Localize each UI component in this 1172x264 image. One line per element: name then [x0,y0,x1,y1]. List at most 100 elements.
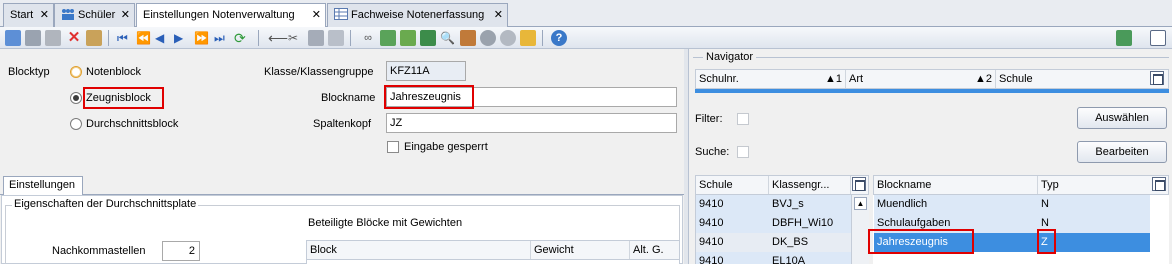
highlight-zeugnisblock [83,87,164,109]
tab-fachweise-close-icon[interactable]: ✕ [494,4,503,26]
navigator-refresh-icon[interactable] [1116,30,1132,46]
column-alt-gewicht[interactable]: Alt. G. [630,241,679,259]
column-schulnr[interactable]: Schulnr. ▲1 [696,70,846,88]
schule-grid-scrollbar[interactable]: ▲ [851,195,869,264]
first-record-icon[interactable]: ⏮ [117,30,133,46]
save-icon[interactable] [25,30,41,46]
eingabe-gesperrt-checkbox[interactable] [387,141,399,153]
blockname-label: Blockname [321,92,376,104]
beteiligte-title: Beteiligte Blöcke mit Gewichten [308,217,463,229]
highlight-jahreszeugnis [868,229,974,254]
toolbar-separator [542,30,543,46]
column-klassengruppe[interactable]: Klassengr... [769,176,851,194]
table-row[interactable]: 9410 BVJ_s [696,195,851,214]
table-row[interactable]: 9410 EL10A [696,252,851,264]
save-copy-icon[interactable] [45,30,61,46]
cell-klasse: DK_BS [772,236,809,248]
auswaehlen-button[interactable]: Auswählen [1077,107,1167,129]
column-schulnr-label: Schulnr. [699,73,739,85]
refresh-icon[interactable]: ⟳ [234,30,250,46]
print-icon[interactable] [460,30,476,46]
import-icon[interactable] [380,30,396,46]
nachkommastellen-label: Nachkommastellen [52,245,146,257]
radio-durchschnittsblock[interactable] [70,118,82,130]
next-page-icon[interactable]: ⏩ [194,30,210,46]
next-record-icon[interactable]: ▶ [174,30,190,46]
table-row[interactable]: 9410 DBFH_Wi10 [696,214,851,233]
tab-einstellungen[interactable]: Einstellungen [3,176,83,195]
highlight-blockname [384,85,474,109]
scroll-up-icon[interactable]: ▲ [854,197,867,210]
previous-page-icon[interactable]: ⏪ [136,30,152,46]
tab-start-label: Start [10,9,34,21]
tab-start[interactable]: Start ✕ [3,3,54,27]
tab-einstellungen-close-icon[interactable]: ✕ [312,4,321,26]
toolbar-separator [350,30,351,46]
tree-icon[interactable] [420,30,436,46]
navigator-grid-selection[interactable] [695,89,1169,93]
cell-klasse: DBFH_Wi10 [772,217,834,229]
previous-record-icon[interactable]: ◀ [155,30,171,46]
cut-icon[interactable]: ✂ [288,30,304,46]
cell-klasse: BVJ_s [772,198,804,210]
edit-icon[interactable] [520,30,536,46]
table-row[interactable]: Muendlich N [874,195,1150,214]
suche-checkbox[interactable] [737,146,749,158]
column-art[interactable]: Art ▲2 [846,70,996,88]
navigator-group-line [693,57,1169,58]
disabled-icon[interactable] [480,30,496,46]
column-schule-nr[interactable]: Schule [696,176,769,194]
tab-start-close-icon[interactable]: ✕ [40,4,49,26]
radio-zeugnisblock[interactable] [70,92,82,104]
beteiligte-grid-body [306,260,680,264]
tab-fachweise-notenerfassung[interactable]: Fachweise Notenerfassung ✕ [327,3,508,27]
highlight-typ-z [1037,229,1056,254]
group-durchschnitt-title: Eigenschaften der Durchschnittsplate [12,198,199,210]
paste-icon[interactable] [328,30,344,46]
table-row[interactable]: 9410 DK_BS [696,233,851,252]
klasse-field[interactable]: KFZ11A [386,61,466,81]
link-icon[interactable]: ∞ [360,30,376,46]
window-icon[interactable] [1150,30,1166,46]
cell-schule: 9410 [699,255,724,264]
filter-checkbox[interactable] [737,113,749,125]
column-typ[interactable]: Typ [1038,176,1150,194]
grid-icon [334,8,348,20]
spaltenkopf-field[interactable]: JZ [386,113,677,133]
column-chooser-icon[interactable] [1150,71,1164,85]
column-chooser-icon[interactable] [1152,177,1166,191]
search-icon[interactable]: 🔍 [440,30,456,46]
column-schule[interactable]: Schule [996,70,1146,88]
radio-durchschnittsblock-label: Durchschnittsblock [86,118,179,130]
new-record-icon[interactable] [5,30,21,46]
toolbar: ✕ ⏮ ⏪ ◀ ▶ ⏩ ⏭ ⟳ ⟵ ✂ ∞ 🔍 ? [0,27,1172,49]
radio-notenblock[interactable] [70,66,82,78]
delete-icon[interactable]: ✕ [66,30,82,46]
cell-schule: 9410 [699,198,724,210]
nachkommastellen-field[interactable]: 2 [162,241,200,261]
cell-schule: 9410 [699,217,724,229]
column-blockname[interactable]: Blockname [874,176,1038,194]
document-tab-strip: Start ✕ Schüler ✕ Einstellungen Notenver… [0,0,1172,28]
last-record-icon[interactable]: ⏭ [214,30,230,46]
arrow-left-icon[interactable]: ⟵ [268,30,288,46]
column-gewicht[interactable]: Gewicht [531,241,630,259]
filter-label: Filter: [695,113,723,125]
tab-schueler[interactable]: Schüler ✕ [54,3,135,27]
column-block[interactable]: Block [307,241,531,259]
help-icon[interactable]: ? [551,30,567,46]
bearbeiten-button[interactable]: Bearbeiten [1077,141,1167,163]
reset-icon[interactable] [86,30,102,46]
detail-form: Blocktyp Notenblock Zeugnisblock Durchsc… [0,49,684,264]
sort-asc-icon: ▲1 [824,73,842,85]
export-icon[interactable] [400,30,416,46]
cell-blockname: Muendlich [877,198,928,210]
pin-icon[interactable] [500,30,516,46]
students-icon [62,9,74,20]
schule-grid-header: Schule Klassengr... [695,175,869,195]
tab-schueler-close-icon[interactable]: ✕ [121,4,130,26]
copy-icon[interactable] [308,30,324,46]
tab-einstellungen-notenverwaltung[interactable]: Einstellungen Notenverwaltung ✕ [136,3,326,28]
toolbar-separator [258,30,259,46]
column-chooser-icon[interactable] [852,177,866,191]
